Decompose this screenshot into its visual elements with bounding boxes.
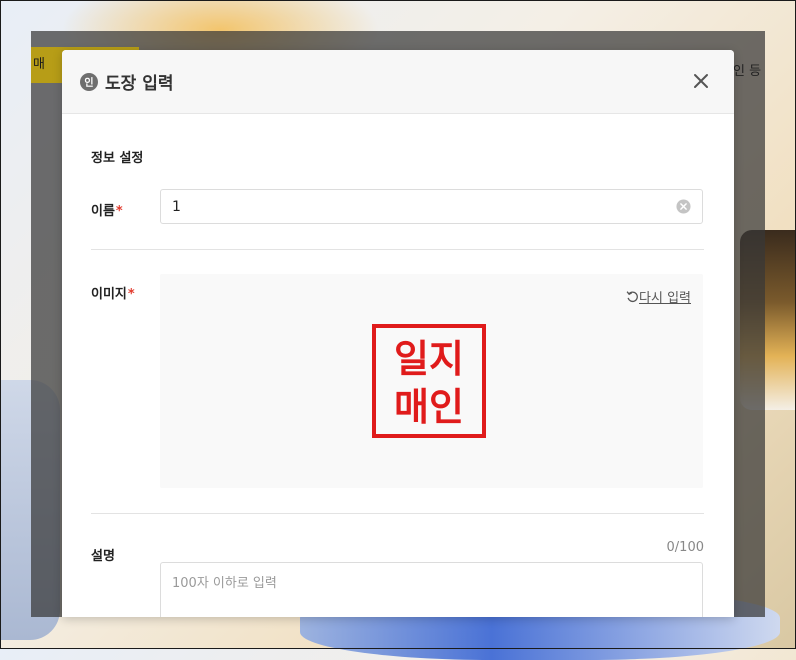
window-frame xyxy=(0,0,796,649)
